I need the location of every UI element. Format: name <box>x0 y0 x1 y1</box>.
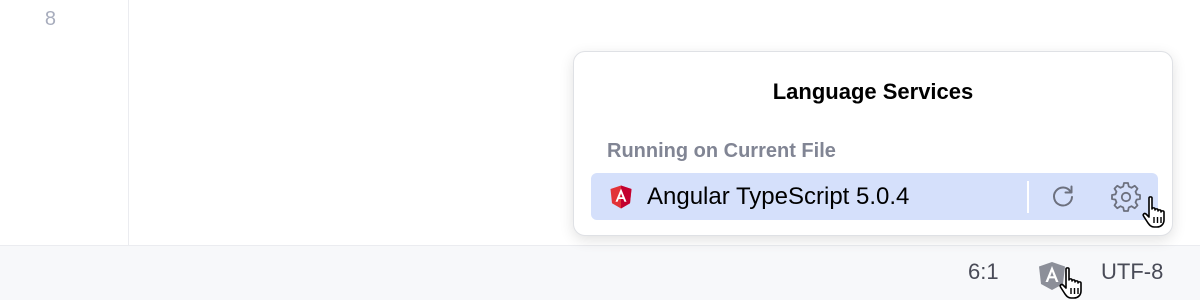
hand-cursor-icon <box>1059 267 1082 299</box>
service-name: Angular TypeScript 5.0.4 <box>647 183 910 210</box>
status-bar: 6:1 UTF-8 <box>0 245 1200 300</box>
service-row-angular[interactable]: Angular TypeScript 5.0.4 <box>591 173 1165 228</box>
settings-button[interactable] <box>1111 182 1141 212</box>
hand-cursor-icon <box>1142 196 1165 228</box>
popup-title: Language Services <box>772 79 974 104</box>
settings-icon <box>1111 182 1141 212</box>
row-divider <box>1027 181 1029 213</box>
angular-icon <box>610 185 632 209</box>
language-services-widget[interactable] <box>1036 256 1096 299</box>
line-gutter: 8 <box>0 0 129 245</box>
file-encoding[interactable]: UTF-8 <box>1101 259 1163 285</box>
caret-position[interactable]: 6:1 <box>968 259 999 285</box>
restart-button[interactable] <box>1048 182 1078 212</box>
section-header: Running on Current File <box>607 140 836 162</box>
line-number: 8 <box>44 8 56 30</box>
restart-icon <box>1053 185 1073 207</box>
language-services-popup: Language Services Running on Current Fil… <box>573 51 1173 236</box>
